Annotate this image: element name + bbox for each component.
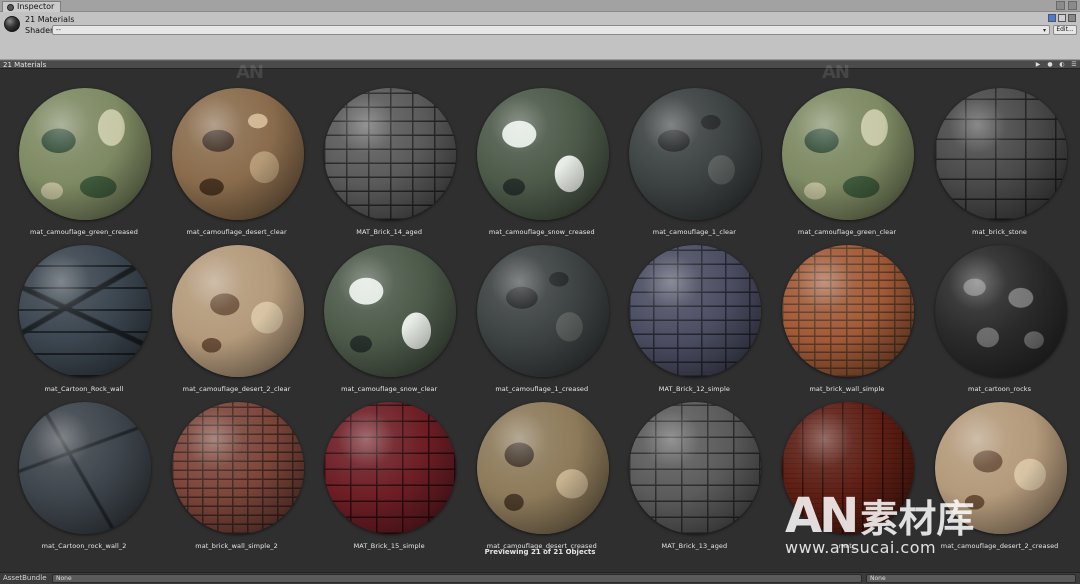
watermark-url: www.ansucai.com xyxy=(785,538,937,557)
material-name: mat_camouflage_snow_creased xyxy=(488,228,595,236)
material-name: MAT_Brick_12_simple xyxy=(658,385,730,393)
shader-label: Shader xyxy=(25,26,54,35)
light-icon[interactable]: ◐ xyxy=(1058,62,1066,68)
header-title: 21 Materials xyxy=(25,15,75,24)
material-sphere xyxy=(782,245,914,377)
inspector-icon xyxy=(7,3,14,11)
material-preview-item[interactable]: mat_brick_wall_simple_2 xyxy=(161,402,313,552)
material-preview-item[interactable]: mat_camouflage_desert_clear xyxy=(161,88,313,238)
watermark-logo: AN xyxy=(785,488,859,544)
material-sphere xyxy=(171,88,304,220)
material-name: mat_Cartoon_Rock_wall xyxy=(44,385,124,393)
material-preview-item[interactable]: mat_camouflage_desert_creased xyxy=(466,402,618,552)
material-sphere xyxy=(934,245,1067,377)
material-sphere xyxy=(782,88,914,220)
settings-icon[interactable]: ☰ xyxy=(1070,62,1078,68)
material-sphere xyxy=(19,88,151,220)
material-preview-item[interactable]: MAT_Brick_12_simple xyxy=(618,245,770,395)
material-preview-item[interactable]: mat_camouflage_snow_clear xyxy=(313,245,465,395)
watermark: AN 素材库 xyxy=(785,488,974,544)
material-preview-item[interactable]: mat_brick_stone xyxy=(924,88,1076,238)
tab-inspector[interactable]: Inspector xyxy=(2,1,62,12)
preview-toolbar: 21 Materials ▶ ● ◐ ☰ xyxy=(0,60,1080,69)
material-preview-item[interactable]: mat_Cartoon_Rock_wall xyxy=(8,245,160,395)
play-icon[interactable]: ▶ xyxy=(1034,62,1042,68)
material-preview-item[interactable]: MAT_Brick_15_simple xyxy=(313,402,465,552)
material-preview-item[interactable]: mat_camouflage_green_clear xyxy=(771,88,923,238)
assetbundle-dropdown[interactable]: None xyxy=(52,574,862,583)
material-preview-item[interactable]: mat_camouflage_1_clear xyxy=(618,88,770,238)
material-name: mat_camouflage_green_creased xyxy=(30,228,138,236)
material-name: mat_camouflage_1_clear xyxy=(652,228,736,236)
material-icon xyxy=(4,16,20,32)
material-sphere xyxy=(934,88,1067,220)
dropdown-arrow-icon: ▾ xyxy=(1042,27,1046,34)
tab-inspector-label: Inspector xyxy=(17,2,55,11)
material-preview-item[interactable]: MAT_Brick_14_aged xyxy=(313,88,465,238)
material-name: mat_brick_stone xyxy=(972,228,1028,236)
assetbundle-bar: AssetBundle None None xyxy=(0,572,1080,584)
material-name: mat_cartoon_rocks xyxy=(968,385,1032,393)
material-sphere xyxy=(476,402,609,534)
tab-controls xyxy=(1056,1,1077,10)
tab-strip: Inspector xyxy=(0,0,1080,12)
material-name: mat_brick_wall_simple xyxy=(809,385,885,393)
material-preview-item[interactable]: mat_camouflage_desert_2_clear xyxy=(161,245,313,395)
material-sphere xyxy=(476,88,609,220)
watermark-small-right: AN xyxy=(822,62,850,83)
preview-title: 21 Materials xyxy=(3,61,47,69)
material-sphere xyxy=(171,402,304,534)
material-sphere xyxy=(324,245,457,377)
material-name: mat_camouflage_desert_clear xyxy=(186,228,287,236)
menu-icon[interactable] xyxy=(1068,1,1077,10)
material-sphere xyxy=(629,402,762,534)
material-sphere xyxy=(324,88,457,220)
edit-shader-button[interactable]: Edit... xyxy=(1053,25,1077,35)
lock-icon[interactable] xyxy=(1056,1,1065,10)
assetbundle-variant-dropdown[interactable]: None xyxy=(866,574,1076,583)
inspector-window: Inspector 21 Materials Shader -- ▾ Edit.… xyxy=(0,0,1080,584)
assetbundle-label: AssetBundle xyxy=(3,574,47,582)
material-preview-item[interactable]: mat_cartoon_rocks xyxy=(924,245,1076,395)
material-sphere xyxy=(19,245,151,377)
shader-value: -- xyxy=(56,26,62,34)
material-preview-item[interactable]: mat_camouflage_1_creased xyxy=(466,245,618,395)
material-sphere xyxy=(629,88,762,220)
watermark-cn: 素材库 xyxy=(860,497,975,541)
book-icon[interactable] xyxy=(1048,14,1056,22)
material-name: mat_camouflage_1_creased xyxy=(495,385,589,393)
sphere-icon[interactable]: ● xyxy=(1046,62,1054,68)
material-sphere xyxy=(629,245,762,377)
material-preview-item[interactable]: mat_brick_wall_simple xyxy=(771,245,923,395)
material-name: MAT_Brick_14_aged xyxy=(356,228,423,236)
shader-dropdown[interactable]: -- ▾ xyxy=(52,25,1050,35)
material-sphere xyxy=(476,245,609,377)
material-preview-item[interactable]: mat_camouflage_green_creased xyxy=(8,88,160,238)
material-preview-item[interactable]: mat_camouflage_snow_creased xyxy=(466,88,618,238)
preset-icon[interactable] xyxy=(1058,14,1066,22)
material-header: 21 Materials Shader -- ▾ Edit... xyxy=(0,12,1080,60)
material-sphere xyxy=(324,402,457,534)
material-sphere xyxy=(19,402,151,534)
material-preview-item[interactable]: mat_Cartoon_rock_wall_2 xyxy=(8,402,160,552)
material-preview-item[interactable]: MAT_Brick_13_aged xyxy=(618,402,770,552)
material-name: mat_camouflage_snow_clear xyxy=(341,385,438,393)
header-icons xyxy=(1048,14,1076,22)
gear-icon[interactable] xyxy=(1068,14,1076,22)
material-name: mat_camouflage_desert_2_clear xyxy=(182,385,291,393)
preview-tools: ▶ ● ◐ ☰ xyxy=(1034,62,1078,68)
material-sphere xyxy=(171,245,304,377)
material-name: mat_camouflage_green_clear xyxy=(797,228,897,236)
watermark-small-left: AN xyxy=(236,62,264,83)
